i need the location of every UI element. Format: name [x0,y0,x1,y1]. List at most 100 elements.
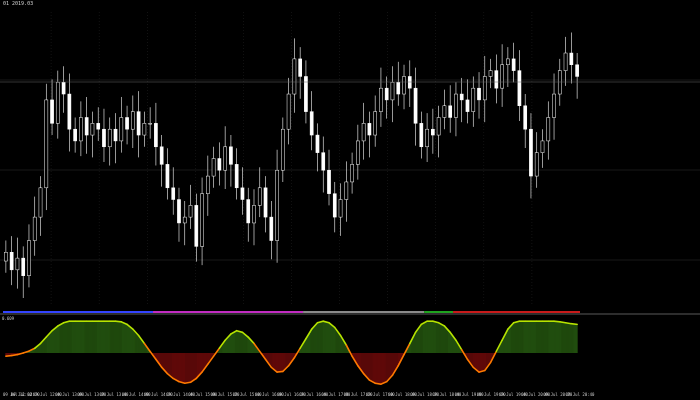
candle-body [234,164,239,189]
candle-body [165,164,170,189]
candle-body [338,199,343,218]
candle-body [315,134,320,153]
candle-body [27,240,31,276]
candle-body [205,175,210,194]
trading-chart[interactable]: 01 2019.03 0.609 09 Jul 12:0009 Jul 12:2… [0,0,700,400]
candle-body [442,105,447,118]
session-segment [424,311,454,313]
candle-body [223,146,227,171]
candle-body [367,123,372,136]
candle-body [407,76,412,89]
candle-body [136,111,141,136]
candle-body [471,87,476,112]
candle-body [119,117,124,142]
time-axis: 09 Jul 12:0009 Jul 12:2009 Jul 12:4009 J… [3,392,595,397]
candle-body [436,117,441,136]
candle-body [50,99,54,124]
candle-body [298,58,302,77]
candle-body [55,82,60,124]
oscillator-segment [183,381,192,385]
session-bar [3,311,580,313]
candle-body [263,187,268,218]
candle-body [344,181,349,200]
oscillator-segment [564,321,573,325]
oscillator-segment [374,382,382,385]
candle-body [182,216,187,224]
candle-body [211,158,216,177]
candle-body [61,82,66,95]
oscillator-segment [570,322,578,326]
candle-body [194,205,199,247]
candle-body [269,216,274,241]
candle-body [477,87,481,101]
candle-body [425,128,429,148]
candle-body [67,93,72,130]
candle-body [327,169,331,194]
candle-body [90,123,95,136]
candle-body [396,82,401,95]
candle-body [246,199,251,224]
candle-body [15,257,20,271]
oscillator-segment [114,320,123,323]
candle-body [240,187,245,200]
candle-body [500,64,504,89]
candle-body [569,52,574,65]
candle-body [229,146,233,165]
candle-body [257,187,262,206]
candle-body [465,99,470,112]
session-segment [303,311,425,313]
candle-body [292,58,297,95]
oscillator-segment [559,321,567,324]
candle-body [73,128,77,142]
candle-body [252,205,256,224]
candle-body [384,87,389,101]
candle-body [459,93,464,101]
candle-body [419,123,424,148]
candle-body [281,128,285,171]
candle-body [529,128,533,177]
session-segment [453,311,580,313]
oscillator-segment [553,320,561,323]
candle-body [188,205,193,218]
symbol-caption: 01 2019.03 [3,1,33,7]
candle-body [563,52,568,71]
candle-body [148,123,152,125]
candle-body [286,93,291,130]
candle-body [217,158,222,171]
candle-body [517,70,522,107]
candle-body [79,117,83,142]
candle-body [488,70,493,77]
candle-body [534,152,539,177]
candle-body [177,199,181,224]
candle-body [390,82,395,101]
candle-body [379,87,383,112]
candle-body [557,70,562,95]
candle-body [361,123,366,142]
candle-body [200,193,204,247]
candle-body [171,187,176,200]
candle-body [107,128,112,148]
candle-body [159,146,164,165]
session-segment [153,311,304,313]
candle-body [125,117,129,130]
candle-body [44,99,49,189]
candle-body [4,252,8,262]
candle-body [482,76,487,101]
oscillator-segment [10,353,19,357]
candle-body [356,140,360,165]
indicator-caption: 0.609 [2,316,15,321]
candle-body [142,123,147,136]
candle-body [448,105,453,118]
time-label: 09 Jul 20:40 [566,392,595,397]
candle-body [506,58,510,65]
candle-body [552,93,556,118]
candle-body [321,152,326,171]
candle-body [113,128,118,142]
candle-body [454,93,458,118]
candle-body [413,87,418,124]
candle-body [546,117,551,142]
oscillator-segment [276,370,284,373]
candle-body [96,123,101,130]
session-segment [3,311,154,313]
candle-body [511,58,516,71]
